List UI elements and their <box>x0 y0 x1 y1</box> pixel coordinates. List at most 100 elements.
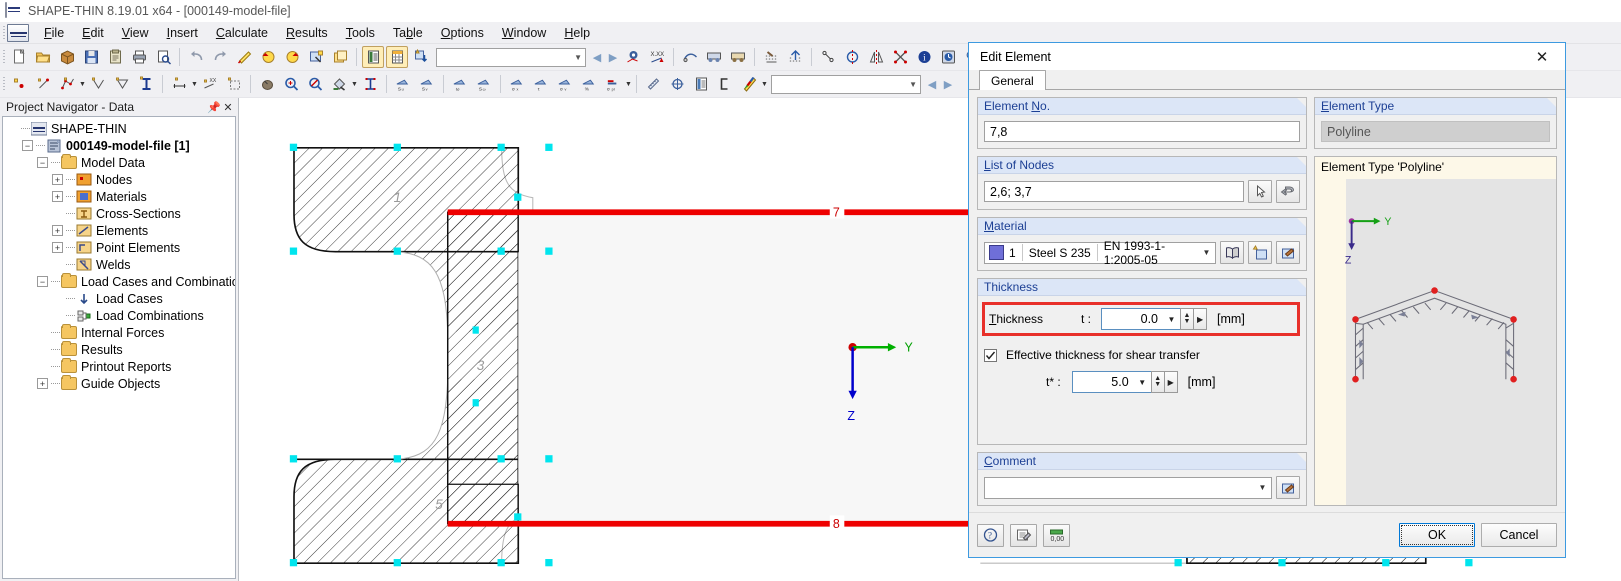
tree-item-internal-forces[interactable]: Internal Forces <box>3 324 235 341</box>
node-xx-icon[interactable]: XX <box>199 73 221 95</box>
color-palette-icon[interactable] <box>738 73 760 95</box>
edit-section-icon[interactable] <box>233 46 255 68</box>
tree-item-shape-thin[interactable]: SHAPE-THIN <box>3 120 235 137</box>
new-file-icon[interactable] <box>8 46 30 68</box>
toolbar-grip[interactable] <box>0 75 7 93</box>
import-icon[interactable] <box>1276 180 1300 203</box>
s-u-icon[interactable]: Su <box>392 73 414 95</box>
table-grid-icon[interactable] <box>386 46 408 68</box>
grid-dots-icon[interactable] <box>760 46 782 68</box>
collapse-minus-icon[interactable]: − <box>22 140 33 151</box>
menu-calculate[interactable]: Calculate <box>207 23 277 43</box>
chevron-down-icon[interactable]: ▼ <box>351 74 358 94</box>
new-section-icon[interactable] <box>135 73 157 95</box>
thickness-spinner[interactable]: 0.0 ▼ ▲ ▼ ▶ <box>1101 308 1208 330</box>
tab-general[interactable]: General <box>979 70 1046 90</box>
grid-snap-icon[interactable] <box>784 46 806 68</box>
comment-edit-icon[interactable] <box>1276 476 1300 499</box>
target-icon[interactable] <box>666 73 688 95</box>
circle-axis-icon[interactable] <box>841 46 863 68</box>
expand-plus-icon[interactable]: + <box>52 225 63 236</box>
thickness-stepper[interactable]: ▲ ▼ <box>1180 308 1195 330</box>
effective-thickness-value[interactable]: 5.0 <box>1071 371 1134 393</box>
x-xx-icon[interactable]: X.XX <box>646 46 668 68</box>
menu-table[interactable]: Table <box>384 23 432 43</box>
render2-icon[interactable] <box>727 46 749 68</box>
chevron-down-icon[interactable]: ▼ <box>79 74 86 94</box>
tree-item-model-data[interactable]: − Model Data <box>3 154 235 171</box>
menu-edit[interactable]: Edit <box>73 23 113 43</box>
table-icon[interactable] <box>690 73 712 95</box>
menu-insert[interactable]: Insert <box>158 23 207 43</box>
view-eye-icon[interactable] <box>622 46 644 68</box>
toolbar-grip[interactable] <box>0 48 7 66</box>
bracket-icon[interactable] <box>714 73 736 95</box>
redo-icon[interactable] <box>209 46 231 68</box>
collapse-minus-icon[interactable]: − <box>37 157 48 168</box>
expand-plus-icon[interactable]: + <box>52 191 63 202</box>
zoom-in-icon[interactable] <box>280 73 302 95</box>
tree-item-load-combinations[interactable]: Load Combinations <box>3 307 235 324</box>
menu-help[interactable]: Help <box>555 23 599 43</box>
element-no-input[interactable]: 7,8 <box>984 121 1300 142</box>
effective-thickness-stepper[interactable]: ▲ ▼ <box>1150 371 1165 393</box>
chevron-down-icon[interactable]: ▼ <box>1133 371 1151 393</box>
menu-options[interactable]: Options <box>432 23 493 43</box>
intersect-icon[interactable] <box>889 46 911 68</box>
expand-plus-icon[interactable]: + <box>52 174 63 185</box>
chevron-down-icon[interactable]: ▼ <box>625 74 632 94</box>
edit-notes-icon[interactable] <box>1010 523 1037 547</box>
close-icon[interactable]: ✕ <box>221 101 235 114</box>
cancel-button[interactable]: Cancel <box>1481 523 1557 547</box>
sigma-x-icon[interactable]: σx <box>506 73 528 95</box>
menu-file[interactable]: File <box>35 23 73 43</box>
node-region-icon[interactable] <box>223 73 245 95</box>
sigma-v-icon[interactable]: σv <box>554 73 576 95</box>
graph-icon[interactable] <box>679 46 701 68</box>
s-omega-icon[interactable]: Sω <box>473 73 495 95</box>
new-material-icon[interactable] <box>1248 241 1272 264</box>
pin-icon[interactable]: 📌 <box>207 101 221 114</box>
print-preview-icon[interactable] <box>152 46 174 68</box>
sigma-pl-icon[interactable]: σ pl <box>602 73 624 95</box>
collapse-minus-icon[interactable]: − <box>37 276 48 287</box>
percent-icon[interactable]: % <box>578 73 600 95</box>
tree-item-elements[interactable]: + Elements <box>3 222 235 239</box>
dimension-icon[interactable] <box>168 73 190 95</box>
tree-item-load-cases[interactable]: Load Cases <box>3 290 235 307</box>
tree-item-guide-objects[interactable]: + Guide Objects <box>3 375 235 392</box>
tree-item-welds[interactable]: Welds <box>3 256 235 273</box>
menubar-grip[interactable] <box>0 24 7 42</box>
chevron-down-icon[interactable]: ▼ <box>1254 483 1271 492</box>
chevron-down-icon[interactable]: ▼ <box>1163 308 1181 330</box>
menu-window[interactable]: Window <box>493 23 555 43</box>
expand-plus-icon[interactable]: + <box>52 242 63 253</box>
rotate-right-icon[interactable] <box>281 46 303 68</box>
pick-node-icon[interactable] <box>1248 180 1272 203</box>
open-folder-icon[interactable] <box>32 46 54 68</box>
chevron-down-icon[interactable]: ▼ <box>761 74 768 94</box>
mirror-icon[interactable] <box>865 46 887 68</box>
prev-arrow-icon[interactable]: ◀ <box>589 47 605 67</box>
tree-item-nodes[interactable]: + Nodes <box>3 171 235 188</box>
thickness-value[interactable]: 0.0 <box>1101 308 1164 330</box>
window-icon[interactable] <box>329 46 351 68</box>
render-icon[interactable] <box>703 46 725 68</box>
new-node-icon[interactable] <box>8 73 30 95</box>
effective-thickness-more-button[interactable]: ▶ <box>1164 371 1178 393</box>
toolbar-combo-1[interactable]: ▼ <box>436 47 586 67</box>
chevron-down-icon[interactable]: ▼ <box>191 74 198 94</box>
comment-combo[interactable]: ▼ <box>984 476 1272 499</box>
ok-button[interactable]: OK <box>1399 523 1475 547</box>
clipboard-icon[interactable] <box>104 46 126 68</box>
print-icon[interactable] <box>128 46 150 68</box>
omega-icon[interactable]: ω <box>449 73 471 95</box>
zoom-out-icon[interactable] <box>304 73 326 95</box>
tree-item-point-elements[interactable]: + Point Elements <box>3 239 235 256</box>
table-list-icon[interactable] <box>362 46 384 68</box>
menu-results[interactable]: Results <box>277 23 337 43</box>
next-arrow-icon[interactable]: ▶ <box>605 47 621 67</box>
navigator-tree[interactable]: SHAPE-THIN − 000149-model-file [1] − Model D… <box>2 116 236 579</box>
rotate-left-icon[interactable] <box>257 46 279 68</box>
effective-thickness-checkbox[interactable] <box>984 348 997 362</box>
